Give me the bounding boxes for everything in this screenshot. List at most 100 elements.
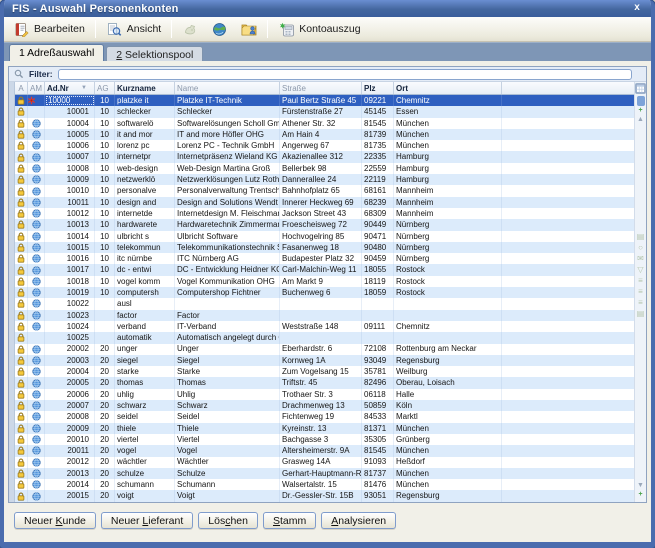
row-indicator-gutter	[9, 82, 15, 502]
table-row[interactable]: 20014 20 schumann Schumann Walsertalstr.…	[15, 479, 634, 490]
minus-icon[interactable]: +	[638, 490, 642, 499]
cell-strasse	[280, 298, 362, 309]
cell-am	[28, 400, 45, 411]
cell-plz: 45145	[362, 106, 394, 117]
globe-button[interactable]	[206, 19, 233, 39]
column-header-a[interactable]: A	[15, 82, 28, 94]
lock-icon	[17, 446, 25, 455]
cell-kurzname: automatik	[115, 332, 175, 343]
lock-icon	[17, 469, 25, 478]
column-header-strasse[interactable]: Straße	[280, 82, 362, 94]
folder-user-button[interactable]	[235, 19, 262, 39]
table-row[interactable]: 20003 20 siegel Siegel Kornweg 1A 93049 …	[15, 355, 634, 366]
cell-adnr: 20015	[45, 490, 95, 501]
table-row[interactable]: 10010 10 personalve Personalverwaltung T…	[15, 185, 634, 196]
scroll-up-icon[interactable]: ▲	[637, 115, 644, 124]
table-row[interactable]: 10008 10 web-design Web-Design Martina G…	[15, 163, 634, 174]
analysieren-button[interactable]: Analysieren	[321, 512, 396, 529]
cell-lock	[15, 468, 28, 479]
list-icon[interactable]: ▤	[637, 309, 645, 318]
table-row[interactable]: 10013 10 hardwarete Hardwaretechnik Zimm…	[15, 219, 634, 230]
table-row[interactable]: 10011 10 design and Design and Solutions…	[15, 197, 634, 208]
cell-lock	[15, 332, 28, 343]
kontoauszug-button[interactable]: Kontoauszug	[273, 19, 365, 39]
tools-button[interactable]	[177, 19, 204, 39]
cell-filler	[502, 151, 634, 162]
table-row[interactable]: 10001 10 schlecker Schlecker Fürstenstra…	[15, 106, 634, 117]
cell-name: Lorenz PC - Technik GmbH	[175, 140, 280, 151]
cell-ort: Rostock	[394, 287, 502, 298]
cell-ag: 10	[95, 151, 115, 162]
neuer-lieferant-button[interactable]: Neuer Lieferant	[101, 512, 193, 529]
tab-selektionspool[interactable]: 2 Selektionspool	[106, 46, 203, 61]
cell-name: Telekommunikationstechnik Seip	[175, 242, 280, 253]
table-row[interactable]: 20004 20 starke Starke Zum Vogelsang 15 …	[15, 366, 634, 377]
table-row[interactable]: 20015 20 voigt Voigt Dr.-Gessler-Str. 15…	[15, 490, 634, 501]
table-row[interactable]: 20011 20 vogel Vogel Altersheimerstr. 9A…	[15, 445, 634, 456]
table-row[interactable]: 20010 20 viertel Viertel Bachgasse 3 353…	[15, 434, 634, 445]
scroll-down-icon[interactable]: ▼	[637, 481, 644, 490]
table-row[interactable]: 10018 10 vogel komm Vogel Kommunikation …	[15, 276, 634, 287]
lock-icon	[17, 175, 25, 184]
list-icon[interactable]: ≡	[638, 298, 643, 307]
table-row[interactable]: 20009 20 thiele Thiele Kyreinstr. 13 813…	[15, 423, 634, 434]
ansicht-button[interactable]: Ansicht	[101, 19, 166, 39]
cell-name: Vogel	[175, 445, 280, 456]
table-row[interactable]: 10005 10 it and mor IT and more Höfler O…	[15, 129, 634, 140]
neuer-kunde-button[interactable]: Neuer Kunde	[14, 512, 96, 529]
cell-name: Platzke IT-Technik	[175, 95, 280, 106]
table-row[interactable]: 10000 10 platzke it Platzke IT-Technik P…	[15, 95, 634, 106]
table-row[interactable]: 10017 10 dc - entwi DC - Entwicklung Hei…	[15, 264, 634, 275]
table-row[interactable]: 10025 automatik Automatisch angelegt dur…	[15, 332, 634, 343]
table-row[interactable]: 20012 20 wächtler Wächtler Grasweg 14A 9…	[15, 457, 634, 468]
cell-filler	[502, 163, 634, 174]
table-row[interactable]: 10022 ausl	[15, 298, 634, 309]
list-icon[interactable]: ≡	[638, 276, 643, 285]
cell-name: Personalverwaltung Trentsch	[175, 185, 280, 196]
column-header-name[interactable]: Name	[175, 82, 280, 94]
column-header-ort[interactable]: Ort	[394, 82, 502, 94]
cell-name: Schwarz	[175, 400, 280, 411]
table-row[interactable]: 10016 10 itc nürnbe ITC Nürnberg AG Buda…	[15, 253, 634, 264]
lock-icon	[17, 119, 25, 128]
list-icon[interactable]: ≡	[638, 287, 643, 296]
filter-funnel-icon[interactable]: ▽	[637, 265, 643, 274]
table-row[interactable]: 20008 20 seidel Seidel Fichtenweg 19 845…	[15, 411, 634, 422]
plus-icon[interactable]: +	[638, 106, 642, 115]
mail-icon[interactable]: ✉	[637, 254, 644, 263]
table-row[interactable]: 20007 20 schwarz Schwarz Drachmenweg 13 …	[15, 400, 634, 411]
scrollbar-thumb[interactable]	[637, 96, 645, 106]
table-row[interactable]: 10024 verband IT-Verband Weststraße 148 …	[15, 321, 634, 332]
table-row[interactable]: 20002 20 unger Unger Eberhardstr. 6 7210…	[15, 344, 634, 355]
bearbeiten-button[interactable]: Bearbeiten	[8, 19, 90, 39]
column-chooser-icon[interactable]	[635, 83, 646, 94]
column-header-kurzname[interactable]: Kurzname	[115, 82, 175, 94]
magnifier-icon[interactable]: ○	[638, 243, 643, 252]
cell-ort: Regensburg	[394, 355, 502, 366]
cell-filler	[502, 140, 634, 151]
table-row[interactable]: 10007 10 internetpr Internetpräsenz Wiel…	[15, 151, 634, 162]
table-row[interactable]: 20013 20 schulze Schulze Gerhart-Hauptma…	[15, 468, 634, 479]
tab-adressauswahl[interactable]: 1 Adreßauswahl	[9, 44, 104, 61]
column-header-plz[interactable]: Plz	[362, 82, 394, 94]
column-header-am[interactable]: AM	[28, 82, 45, 94]
filter-input[interactable]	[58, 69, 632, 80]
stamm-button[interactable]: Stamm	[263, 512, 316, 529]
table-row[interactable]: 10023 factor Factor	[15, 310, 634, 321]
column-header-ag[interactable]: AG	[95, 82, 115, 94]
report-icon[interactable]: ▤	[637, 232, 645, 241]
cell-ort: Hamburg	[394, 174, 502, 185]
column-header-adnr[interactable]: Ad.Nr ▼	[45, 82, 95, 94]
table-row[interactable]: 10009 10 netzwerklö Netzwerklösungen Lut…	[15, 174, 634, 185]
table-row[interactable]: 10015 10 telekommun Telekommunikationste…	[15, 242, 634, 253]
table-row[interactable]: 20005 20 thomas Thomas Triftstr. 45 8249…	[15, 377, 634, 388]
table-row[interactable]: 10019 10 computersh Computershop Fichtne…	[15, 287, 634, 298]
close-button[interactable]: x	[630, 1, 644, 15]
cell-ort: Oberau, Loisach	[394, 377, 502, 388]
table-row[interactable]: 10014 10 ulbricht s Ulbricht Software Ho…	[15, 231, 634, 242]
loeschen-button[interactable]: Löschen	[198, 512, 258, 529]
table-row[interactable]: 20006 20 uhlig Uhlig Trothaer Str. 3 061…	[15, 389, 634, 400]
table-row[interactable]: 10004 10 softwarelö Softwarelösungen Sch…	[15, 118, 634, 129]
table-row[interactable]: 10006 10 lorenz pc Lorenz PC - Technik G…	[15, 140, 634, 151]
table-row[interactable]: 10012 10 internetde Internetdesign M. Fl…	[15, 208, 634, 219]
